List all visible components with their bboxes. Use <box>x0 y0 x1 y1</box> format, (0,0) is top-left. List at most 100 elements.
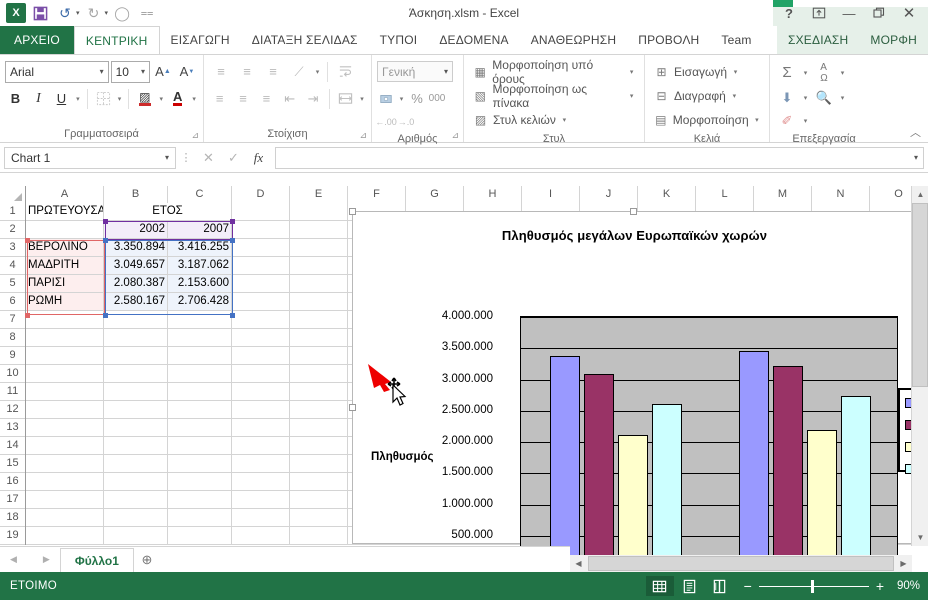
cell-C12[interactable] <box>168 401 232 419</box>
insert-cells-dropdown-icon[interactable]: ▾ <box>731 68 740 76</box>
cell-D8[interactable] <box>232 329 290 347</box>
font-color-icon[interactable]: A <box>167 87 188 110</box>
format-cells-dropdown-icon[interactable]: ▾ <box>753 116 761 124</box>
cell-B7[interactable] <box>104 311 168 329</box>
insert-function-icon[interactable]: fx <box>246 147 271 169</box>
cell-C7[interactable] <box>168 311 232 329</box>
cell-E7[interactable] <box>290 311 348 329</box>
increase-indent-icon[interactable]: ⇥ <box>302 87 323 110</box>
conditional-formatting-dropdown-icon[interactable]: ▾ <box>627 68 636 76</box>
selection-handle[interactable] <box>103 238 108 243</box>
row-header-12[interactable]: 12 <box>0 401 25 419</box>
cell-D4[interactable] <box>232 257 290 275</box>
cell-A3[interactable]: ΒΕΡΟΛΙΝΟ <box>26 239 104 257</box>
sheet-tab-sheet1[interactable]: Φύλλο1 <box>59 548 134 572</box>
vertical-scroll-thumb[interactable] <box>912 203 928 387</box>
cell-E14[interactable] <box>290 437 348 455</box>
column-header-A[interactable]: A <box>26 186 104 203</box>
italic-button[interactable]: I <box>28 87 49 110</box>
cell-B9[interactable] <box>104 347 168 365</box>
number-dialog-launcher-icon[interactable]: ⊿ <box>451 130 459 141</box>
cell-A13[interactable] <box>26 419 104 437</box>
column-header-K[interactable]: K <box>638 186 696 203</box>
cell-D11[interactable] <box>232 383 290 401</box>
minimize-icon[interactable]: — <box>834 0 864 26</box>
percent-style-icon[interactable]: % <box>408 87 426 110</box>
cell-C11[interactable] <box>168 383 232 401</box>
cell-C5[interactable]: 2.153.600 <box>168 275 232 293</box>
cell-E16[interactable] <box>290 473 348 491</box>
row-header-8[interactable]: 8 <box>0 329 25 347</box>
chart-bar[interactable] <box>806 430 837 565</box>
formula-input[interactable]: ▾ <box>275 146 924 169</box>
zoom-slider-track[interactable] <box>758 579 869 593</box>
cell-D5[interactable] <box>232 275 290 293</box>
cell-B18[interactable] <box>104 509 168 527</box>
cell-E2[interactable] <box>290 221 348 239</box>
cell-E8[interactable] <box>290 329 348 347</box>
chart-handle-middle-left[interactable] <box>349 404 356 411</box>
cell-E17[interactable] <box>290 491 348 509</box>
row-header-17[interactable]: 17 <box>0 491 25 509</box>
ribbon-display-options-icon[interactable] <box>804 0 834 26</box>
cell-B6[interactable]: 2.580.167 <box>104 293 168 311</box>
cell-C13[interactable] <box>168 419 232 437</box>
row-header-13[interactable]: 13 <box>0 419 25 437</box>
save-icon[interactable] <box>29 3 51 23</box>
cell-A8[interactable] <box>26 329 104 347</box>
row-header-5[interactable]: 5 <box>0 275 25 293</box>
sheet-next-icon[interactable]: ▶ <box>37 554 56 565</box>
cell-C16[interactable] <box>168 473 232 491</box>
conditional-formatting-button[interactable]: ▦ Μορφοποίηση υπό όρους ▾ <box>469 58 639 86</box>
name-box[interactable]: Chart 1 ▾ <box>4 146 176 169</box>
format-as-table-button[interactable]: ▧ Μορφοποίηση ως πίνακα ▾ <box>469 82 639 110</box>
tab-insert[interactable]: ΕΙΣΑΓΩΓΗ <box>160 26 241 54</box>
borders-dropdown-icon[interactable]: ▾ <box>116 95 124 103</box>
zoom-control[interactable]: − + <box>734 578 894 594</box>
cell-E10[interactable] <box>290 365 348 383</box>
cell-A16[interactable] <box>26 473 104 491</box>
font-name-input[interactable]: Arial ▾ <box>5 60 109 83</box>
align-right-icon[interactable]: ≡ <box>256 87 277 110</box>
chart-y-axis-title[interactable]: Πληθυσμός <box>371 451 434 463</box>
column-header-M[interactable]: M <box>754 186 812 203</box>
cell-C18[interactable] <box>168 509 232 527</box>
merge-cells-icon[interactable] <box>335 87 356 110</box>
align-center-icon[interactable]: ≡ <box>232 87 253 110</box>
underline-dropdown-icon[interactable]: ▾ <box>74 95 82 103</box>
row-header-15[interactable]: 15 <box>0 455 25 473</box>
column-header-G[interactable]: G <box>406 186 464 203</box>
merge-dropdown-icon[interactable]: ▾ <box>358 95 366 103</box>
selection-handle[interactable] <box>25 238 30 243</box>
bold-button[interactable]: B <box>5 87 26 110</box>
add-sheet-icon[interactable]: ⊕ <box>134 548 160 572</box>
cell-A15[interactable] <box>26 455 104 473</box>
chart-bar[interactable] <box>583 374 614 565</box>
format-cells-button[interactable]: ▤ Μορφοποίηση ▾ <box>650 108 764 132</box>
enter-formula-icon[interactable]: ✓ <box>221 147 246 169</box>
scroll-down-icon[interactable]: ▼ <box>912 529 928 546</box>
horizontal-scroll-thumb[interactable] <box>588 556 894 571</box>
cell-B12[interactable] <box>104 401 168 419</box>
cell-D1[interactable] <box>232 203 290 221</box>
tab-data[interactable]: ΔΕΔΟΜΕΝΑ <box>428 26 519 54</box>
cell-A5[interactable]: ΠΑΡΙΣΙ <box>26 275 104 293</box>
orientation-dropdown-icon[interactable]: ▾ <box>313 68 322 76</box>
vertical-scrollbar[interactable]: ▲ ▼ <box>911 186 928 546</box>
cell-D12[interactable] <box>232 401 290 419</box>
comma-style-icon[interactable]: 000 <box>428 87 446 110</box>
cell-C6[interactable]: 2.706.428 <box>168 293 232 311</box>
tab-file[interactable]: ΑΡΧΕΙΟ <box>0 26 74 54</box>
column-header-N[interactable]: N <box>812 186 870 203</box>
cell-C9[interactable] <box>168 347 232 365</box>
column-header-F[interactable]: F <box>348 186 406 203</box>
tab-formulas[interactable]: ΤΥΠΟΙ <box>369 26 429 54</box>
column-header-J[interactable]: J <box>580 186 638 203</box>
cell-C14[interactable] <box>168 437 232 455</box>
decrease-indent-icon[interactable]: ⇤ <box>279 87 300 110</box>
tab-view[interactable]: ΠΡΟΒΟΛΗ <box>627 26 710 54</box>
chart-bar[interactable] <box>549 355 580 565</box>
scroll-left-icon[interactable]: ◀ <box>570 555 587 572</box>
chart-object[interactable]: Πληθυσμός μεγάλων Ευρωπαϊκών χωρών Πληθυ… <box>352 211 920 566</box>
currency-icon[interactable] <box>377 87 395 110</box>
